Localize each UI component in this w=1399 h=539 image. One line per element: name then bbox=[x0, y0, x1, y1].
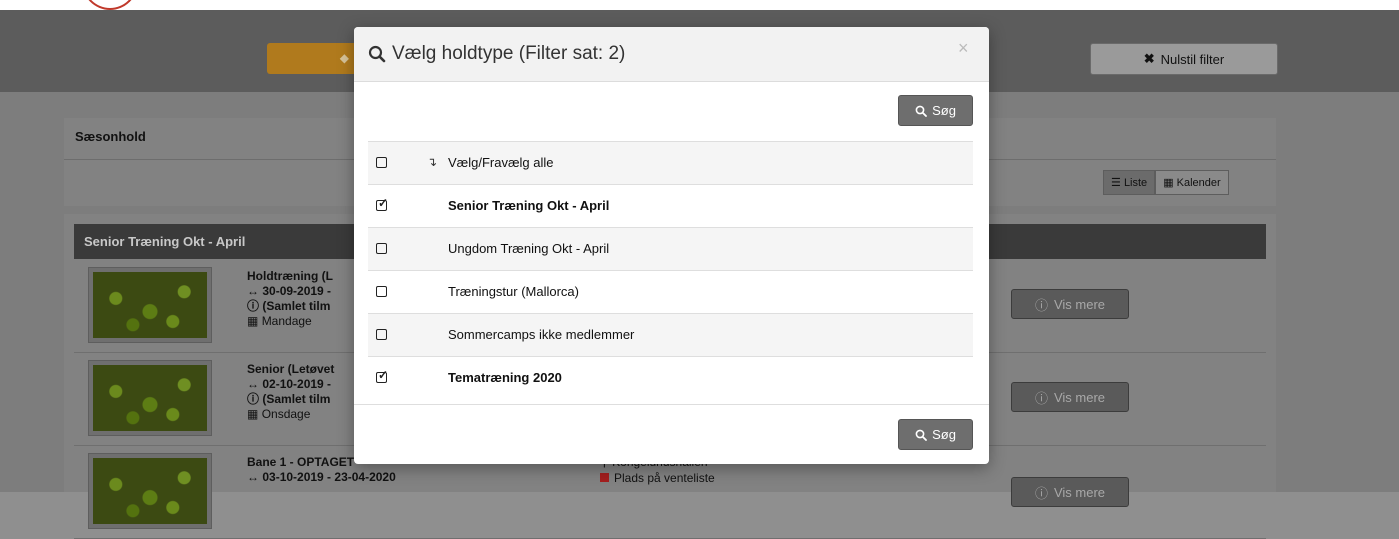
search-icon bbox=[915, 105, 927, 117]
vis-mere-button[interactable]: ⓘ Vis mere bbox=[1011, 477, 1129, 507]
checkbox[interactable] bbox=[376, 243, 387, 254]
checkbox-checked[interactable] bbox=[376, 196, 388, 211]
item-note: (Samlet tilm bbox=[262, 392, 331, 406]
filter-tag-button[interactable]: ◆ bbox=[267, 43, 357, 74]
vis-mere-button[interactable]: ⓘ Vis mere bbox=[1011, 289, 1129, 319]
date-range-icon: ↔ bbox=[247, 284, 259, 298]
info-icon: ⓘ bbox=[247, 392, 260, 406]
tennis-balls-image bbox=[93, 272, 207, 338]
checkbox-checked[interactable] bbox=[376, 368, 388, 383]
select-all-row[interactable]: ↴ Vælg/Fravælg alle bbox=[368, 141, 973, 184]
row-label: Vælg/Fravælg alle bbox=[448, 155, 554, 170]
checkbox[interactable] bbox=[376, 157, 387, 168]
team-thumbnail bbox=[88, 267, 212, 343]
tag-icon: ◆ bbox=[339, 51, 349, 65]
date-range-icon: ↔ bbox=[247, 377, 259, 391]
holdtype-row[interactable]: Sommercamps ikke medlemmer bbox=[368, 313, 973, 356]
modal-title: Vælg holdtype (Filter sat: 2) bbox=[368, 43, 625, 65]
info-icon: ⓘ bbox=[1034, 390, 1048, 406]
item-dates: 30-09-2019 - bbox=[262, 284, 332, 298]
top-header bbox=[0, 0, 1399, 10]
calendar-icon: ▦ bbox=[247, 314, 259, 328]
panel-title: Sæsonhold bbox=[75, 129, 146, 144]
vis-mere-button[interactable]: ⓘ Vis mere bbox=[1011, 382, 1129, 412]
row-label: Senior Træning Okt - April bbox=[448, 198, 610, 213]
status-square-icon bbox=[600, 473, 609, 482]
calendar-icon: ▦ bbox=[247, 407, 259, 421]
reset-filter-label: Nulstil filter bbox=[1160, 51, 1225, 67]
holdtype-row[interactable]: Senior Træning Okt - April bbox=[368, 184, 973, 227]
row-label: Træningstur (Mallorca) bbox=[448, 284, 579, 299]
row-label: Tematræning 2020 bbox=[448, 370, 562, 385]
item-info: Holdtræning (L ↔ 30-09-2019 - ⓘ (Samlet … bbox=[247, 269, 333, 329]
team-thumbnail bbox=[88, 453, 212, 529]
info-icon: ⓘ bbox=[1034, 485, 1048, 501]
row-label: Ungdom Træning Okt - April bbox=[448, 241, 610, 256]
item-day: Onsdage bbox=[261, 407, 311, 421]
holdtype-row[interactable]: Ungdom Træning Okt - April bbox=[368, 227, 973, 270]
info-icon: ⓘ bbox=[247, 299, 260, 313]
checkbox[interactable] bbox=[376, 286, 387, 297]
checkbox[interactable] bbox=[376, 329, 387, 340]
modal-footer-divider bbox=[354, 404, 989, 405]
search-button-top[interactable]: Søg bbox=[898, 95, 973, 126]
close-icon[interactable]: × bbox=[958, 38, 969, 59]
holdtype-row[interactable]: Tematræning 2020 bbox=[368, 356, 973, 399]
item-dates: 03-10-2019 - 23-04-2020 bbox=[262, 470, 396, 484]
item-note: (Samlet tilm bbox=[262, 299, 331, 313]
item-title: Holdtræning (L bbox=[247, 269, 333, 283]
team-thumbnail bbox=[88, 360, 212, 436]
search-button-bottom[interactable]: Søg bbox=[898, 419, 973, 450]
tennis-balls-image bbox=[93, 458, 207, 524]
reset-filter-button[interactable]: ✖ Nulstil filter bbox=[1090, 43, 1278, 75]
search-icon bbox=[368, 45, 386, 63]
list-view-button[interactable]: ☰ Liste bbox=[1103, 170, 1156, 195]
close-icon: ✖ bbox=[1143, 51, 1155, 66]
item-title: Senior (Letøvet bbox=[247, 362, 335, 376]
view-toggle: ☰ Liste ▦ Kalender bbox=[1103, 170, 1229, 195]
holdtype-filter-modal: Vælg holdtype (Filter sat: 2) × Søg ↴ Væ… bbox=[354, 27, 989, 464]
info-icon: ⓘ bbox=[1034, 297, 1048, 313]
item-info: Senior (Letøvet ↔ 02-10-2019 - ⓘ (Samlet… bbox=[247, 362, 334, 422]
row-label: Sommercamps ikke medlemmer bbox=[448, 327, 635, 342]
date-range-icon: ↔ bbox=[247, 470, 259, 484]
item-status: Plads på venteliste bbox=[600, 471, 715, 485]
item-dates: 02-10-2019 - bbox=[262, 377, 332, 391]
item-day: Mandage bbox=[261, 314, 312, 328]
list-icon: ☰ bbox=[1111, 177, 1121, 189]
search-icon bbox=[915, 429, 927, 441]
holdtype-row[interactable]: Træningstur (Mallorca) bbox=[368, 270, 973, 313]
modal-header: Vælg holdtype (Filter sat: 2) × bbox=[354, 27, 989, 82]
calendar-icon: ▦ bbox=[1163, 177, 1174, 189]
holdtype-list: ↴ Vælg/Fravælg alle Senior Træning Okt -… bbox=[368, 141, 973, 399]
tennis-balls-image bbox=[93, 365, 207, 431]
arrow-down-icon: ↴ bbox=[427, 155, 438, 169]
calendar-view-button[interactable]: ▦ Kalender bbox=[1155, 170, 1229, 195]
